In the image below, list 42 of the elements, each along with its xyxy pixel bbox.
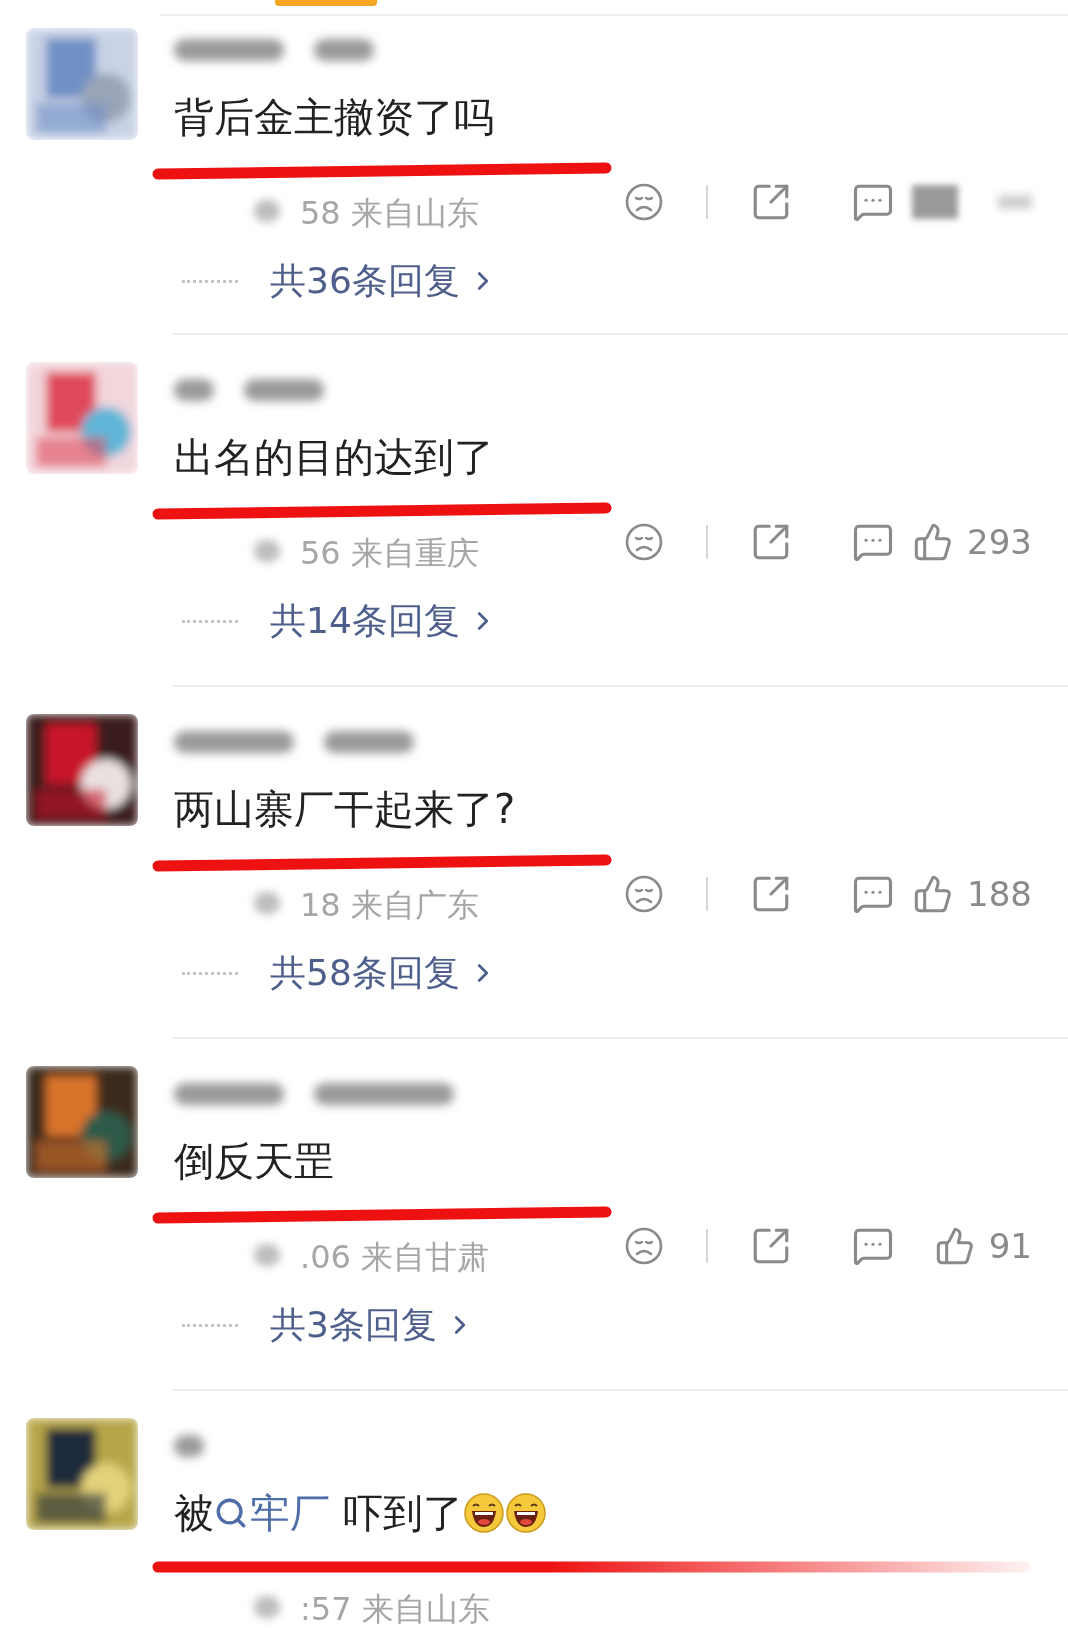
thumbs-up-icon[interactable] [934,1226,975,1266]
blurred-mark [254,892,280,914]
laughing-emoji-icon [462,1492,505,1534]
blurred-name [174,1435,204,1457]
comment-meta: 58 来自山东 [300,193,479,234]
sad-face-icon[interactable] [624,522,664,562]
replies-link[interactable]: 共3条回复 [270,1298,475,1352]
comment-text: 被 牢厂 吓到了 [174,1489,547,1537]
like-count: 91 [988,1224,1032,1268]
comment-meta: :57 来自山东 [300,1589,490,1628]
dotted-leader [182,971,238,975]
comment-meta: .06 来自甘肃 [300,1237,490,1278]
replies-link[interactable]: 共14条回复 [270,594,498,648]
search-icon [214,1496,248,1530]
search-link[interactable]: 牢厂 [214,1489,330,1537]
blurred-like-icon[interactable] [912,185,958,219]
blurred-mark [254,540,280,562]
comment-text: 倒反天罡 [174,1137,334,1185]
blurred-name [174,379,214,401]
like-count: 293 [967,520,1032,564]
replies-link[interactable]: 共36条回复 [270,254,498,308]
blurred-mark [254,200,280,222]
comment-text: 背后金主撤资了吗 [174,93,494,141]
comment-text: 出名的目的达到了 [174,433,494,481]
dotted-leader [182,1323,238,1327]
dotted-leader [182,279,238,283]
comment-meta: 56 来自重庆 [300,533,479,574]
blurred-like-count [998,195,1032,209]
replies-link[interactable]: 共58条回复 [270,946,498,1000]
sad-face-icon[interactable] [624,1226,664,1266]
like-count: 188 [967,872,1032,916]
comment-meta: 18 来自广东 [300,885,479,926]
laughing-emoji-icon [504,1492,547,1534]
sad-face-icon[interactable] [624,874,664,914]
dotted-leader [182,619,238,623]
thumbs-up-icon[interactable] [913,522,954,562]
blurred-name [314,39,374,61]
blurred-mark [254,1244,280,1266]
sad-face-icon[interactable] [624,182,664,222]
thumbs-up-icon[interactable] [913,874,954,914]
blurred-mark [254,1596,280,1618]
comment-text: 两山寨厂干起来了? [174,785,516,833]
